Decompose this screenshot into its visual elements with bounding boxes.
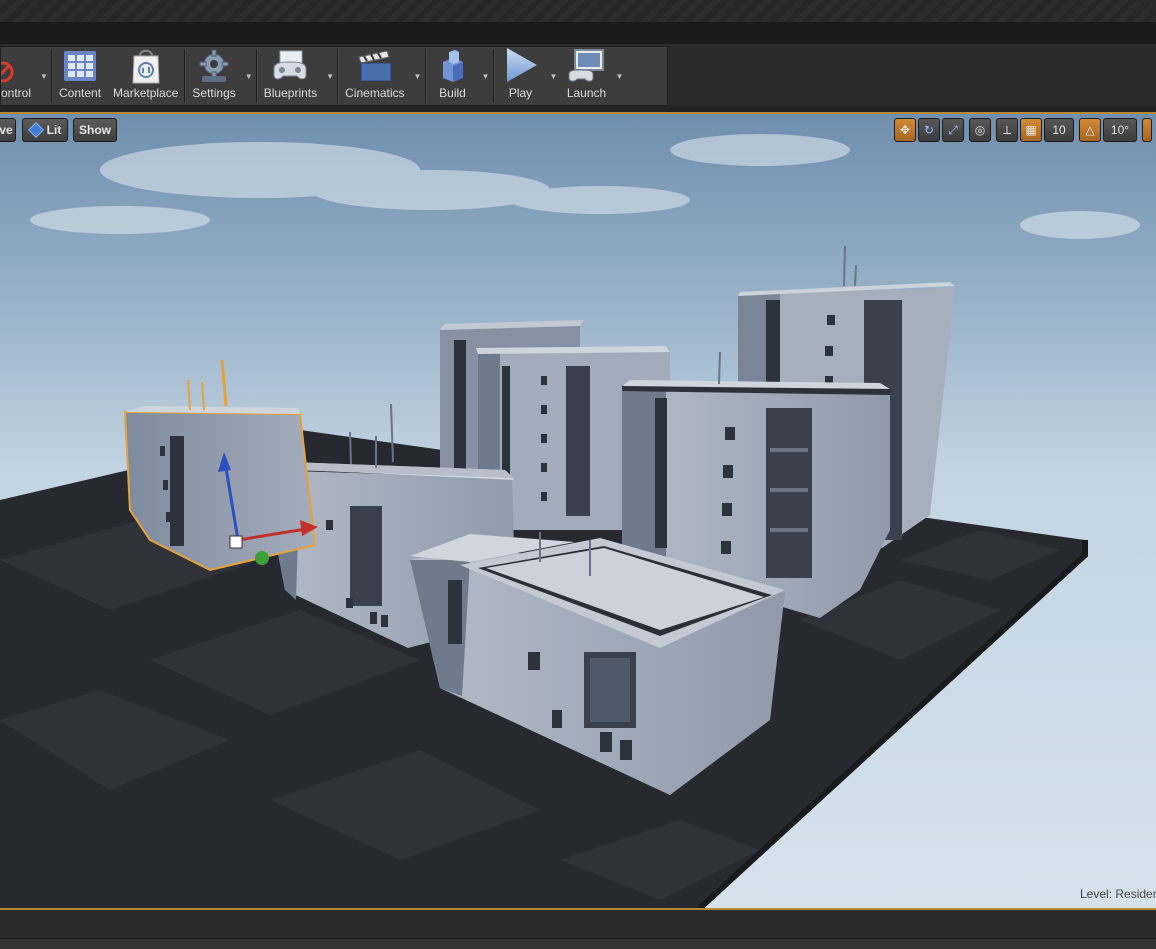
rotation-snap-value-dropdown[interactable]: 10° xyxy=(1103,118,1137,142)
scale-mode-button[interactable]: ⤢ xyxy=(942,118,964,142)
world-globe-icon: ◎ xyxy=(974,123,986,137)
marketplace-label: Marketplace xyxy=(113,86,179,100)
selected-building xyxy=(123,359,318,572)
play-button[interactable]: Play xyxy=(495,47,547,105)
settings-label: Settings xyxy=(192,86,236,100)
settings-gear-icon xyxy=(194,47,234,84)
rotate-icon: ↻ xyxy=(923,123,935,137)
scale-snap-toggle[interactable] xyxy=(1142,118,1152,142)
main-toolbar: ontrol ▼ Content Marketplace Settings ▼ … xyxy=(0,46,668,106)
cinematics-dropdown-arrow[interactable]: ▼ xyxy=(411,47,425,105)
settings-dropdown-arrow[interactable]: ▼ xyxy=(242,47,256,105)
grid-snap-value: 10 xyxy=(1052,123,1066,137)
window-title-bar xyxy=(0,0,1156,22)
grid-snap-toggle[interactable]: ▦ xyxy=(1020,118,1042,142)
level-label: Level: xyxy=(1080,887,1113,901)
build-dropdown-arrow[interactable]: ▼ xyxy=(479,47,493,105)
source-control-button[interactable]: ontrol xyxy=(1,47,37,105)
level-viewport[interactable] xyxy=(0,114,1156,908)
surface-snapping-button[interactable]: ⟂ xyxy=(996,118,1018,142)
grid-snap-value-dropdown[interactable]: 10 xyxy=(1044,118,1074,142)
source-control-icon xyxy=(1,47,21,84)
rotate-mode-button[interactable]: ↻ xyxy=(918,118,940,142)
play-dropdown-arrow[interactable]: ▼ xyxy=(547,47,561,105)
angle-snap-icon: △ xyxy=(1085,123,1095,137)
main-toolbar-area: ontrol ▼ Content Marketplace Settings ▼ … xyxy=(0,44,1156,106)
launch-button[interactable]: Launch xyxy=(561,47,613,105)
launch-monitor-icon xyxy=(567,47,607,84)
level-name: Resider xyxy=(1115,887,1156,901)
current-level-indicator: Level: Resider xyxy=(1080,887,1156,901)
coordinate-system-button[interactable]: ◎ xyxy=(969,118,991,142)
bottom-status-strip xyxy=(0,938,1156,949)
sky-clouds xyxy=(30,134,1140,239)
marketplace-icon xyxy=(126,47,166,84)
settings-button[interactable]: Settings xyxy=(186,47,241,105)
build-blocks-icon xyxy=(433,47,473,84)
editor-tab-strip xyxy=(0,22,1156,45)
cinematics-button[interactable]: Cinematics xyxy=(339,47,410,105)
content-browser-icon xyxy=(60,47,100,84)
rotation-snap-toggle[interactable]: △ xyxy=(1079,118,1101,142)
lit-label: Lit xyxy=(46,123,62,137)
cinematics-clapper-icon xyxy=(355,47,395,84)
viewport-transform-toolbar: ✥ ↻ ⤢ ◎ ⟂ ▦ 10 △ 10° xyxy=(894,118,1152,142)
translate-mode-button[interactable]: ✥ xyxy=(894,118,916,142)
move-arrows-icon: ✥ xyxy=(899,123,911,137)
content-button[interactable]: Content xyxy=(53,47,107,105)
cinematics-label: Cinematics xyxy=(345,86,405,100)
bottom-panel-bar xyxy=(0,908,1156,949)
blueprints-gamepad-icon xyxy=(270,47,310,84)
surface-snap-icon: ⟂ xyxy=(1002,122,1011,137)
build-button[interactable]: Build xyxy=(427,47,479,105)
blueprints-label: Blueprints xyxy=(263,86,318,100)
rotation-snap-value: 10° xyxy=(1110,123,1130,137)
show-label: Show xyxy=(79,123,111,137)
scene-render xyxy=(0,134,1140,908)
show-flags-button[interactable]: Show xyxy=(73,118,117,142)
perspective-label: ve xyxy=(0,123,13,137)
perspective-dropdown[interactable]: ve xyxy=(0,118,16,142)
build-label: Build xyxy=(439,86,466,100)
scale-icon: ⤢ xyxy=(948,122,958,137)
grid-icon: ▦ xyxy=(1025,123,1037,137)
launch-label: Launch xyxy=(566,86,607,100)
source-control-dropdown-arrow[interactable]: ▼ xyxy=(37,47,51,105)
source-control-label: ontrol xyxy=(1,86,32,100)
lit-sphere-icon xyxy=(27,122,44,138)
play-icon xyxy=(501,46,541,84)
marketplace-button[interactable]: Marketplace xyxy=(107,47,184,105)
blueprints-button[interactable]: Blueprints xyxy=(258,47,323,105)
transform-gizmo-y-axis[interactable] xyxy=(255,551,269,565)
play-label: Play xyxy=(508,86,533,100)
launch-dropdown-arrow[interactable]: ▼ xyxy=(613,47,627,105)
blueprints-dropdown-arrow[interactable]: ▼ xyxy=(323,47,337,105)
content-label: Content xyxy=(59,86,102,100)
view-mode-lit-button[interactable]: Lit xyxy=(22,118,68,142)
